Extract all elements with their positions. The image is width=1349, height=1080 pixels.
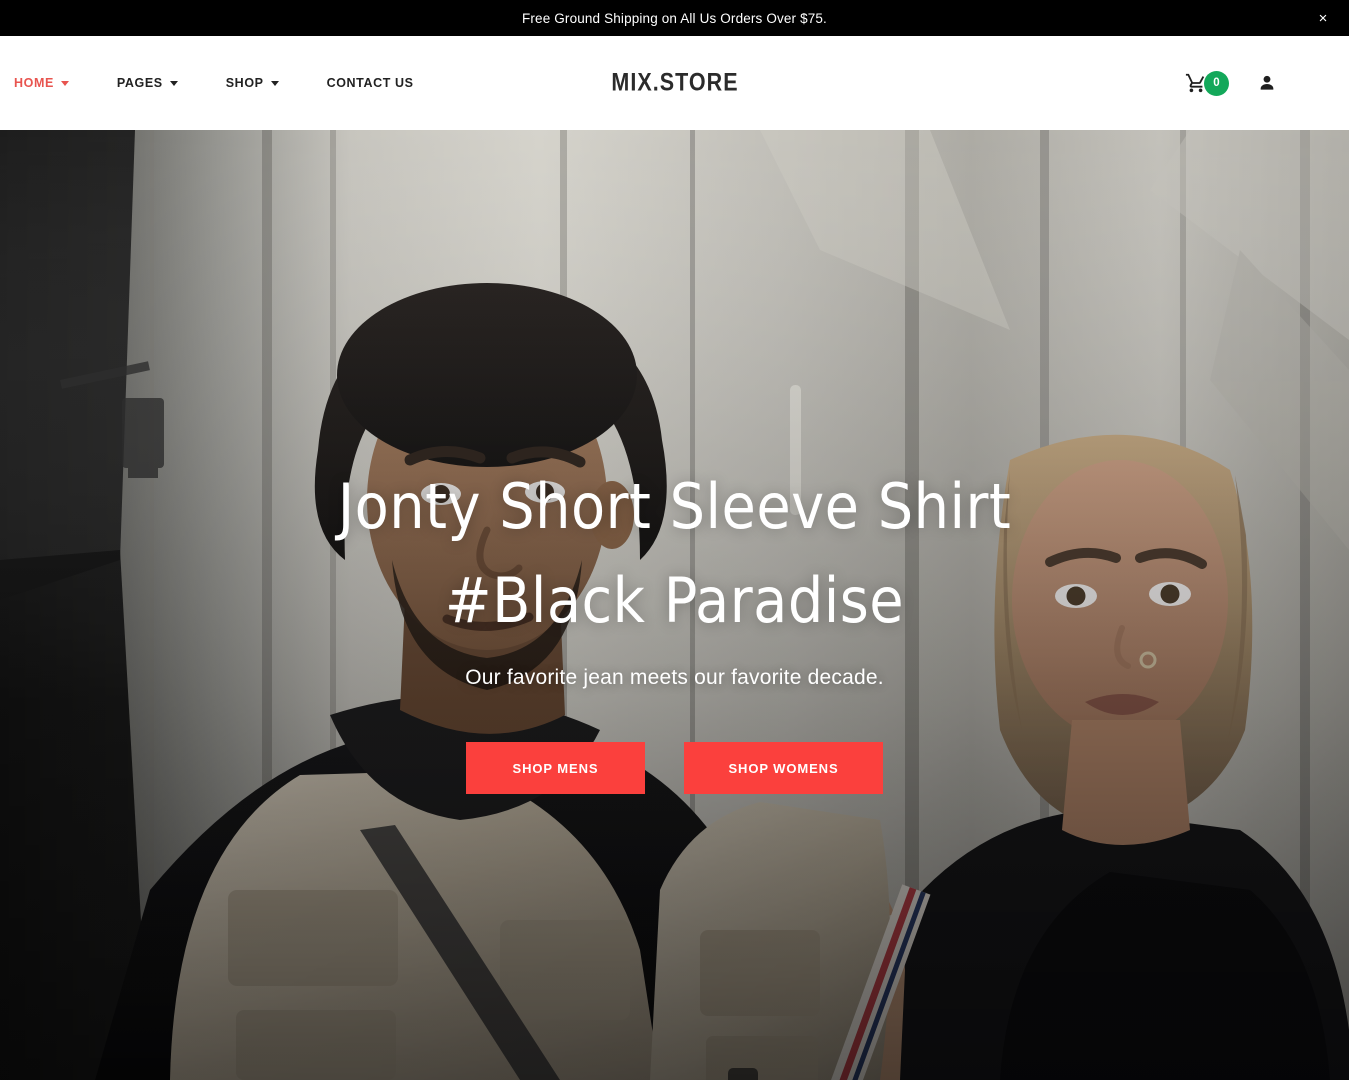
hero-cta-group: SHOP MENS SHOP WOMENS: [466, 742, 883, 794]
hero-title-line-2: #Black Paradise: [444, 564, 905, 637]
hero-content: Jonty Short Sleeve Shirt #Black Paradise…: [0, 460, 1349, 794]
nav-actions: 0: [1185, 70, 1331, 96]
chevron-down-icon: [270, 80, 279, 86]
cart-button[interactable]: 0: [1185, 70, 1229, 96]
nav-item-contact-us-label: CONTACT US: [326, 76, 414, 90]
hero-title-line-1: Jonty Short Sleeve Shirt: [337, 470, 1012, 543]
nav-links: HOME PAGES SHOP CONTACT US: [14, 76, 434, 90]
nav-item-contact-us[interactable]: CONTACT US: [327, 76, 434, 90]
site-logo[interactable]: MIX.STORE: [611, 69, 738, 98]
announcement-bar: Free Ground Shipping on All Us Orders Ov…: [0, 0, 1349, 36]
nav-item-pages[interactable]: PAGES: [117, 76, 198, 90]
announcement-text: Free Ground Shipping on All Us Orders Ov…: [522, 10, 827, 26]
main-navbar: HOME PAGES SHOP CONTACT US MIX.STORE 0: [0, 36, 1349, 130]
shop-mens-button[interactable]: SHOP MENS: [466, 742, 645, 794]
close-icon[interactable]: ×: [1311, 6, 1335, 30]
chevron-down-icon: [60, 80, 69, 86]
nav-item-shop-label: SHOP: [225, 76, 264, 90]
nav-item-home-label: HOME: [14, 76, 54, 90]
hero-subtitle: Our favorite jean meets our favorite dec…: [465, 666, 884, 689]
page-root: Free Ground Shipping on All Us Orders Ov…: [0, 0, 1349, 1080]
hero-banner: Jonty Short Sleeve Shirt #Black Paradise…: [0, 130, 1349, 1080]
chevron-down-icon: [169, 80, 178, 86]
nav-item-shop[interactable]: SHOP: [226, 76, 299, 90]
user-account-icon: [1257, 73, 1277, 93]
shop-womens-button[interactable]: SHOP WOMENS: [684, 742, 883, 794]
hero-title: Jonty Short Sleeve Shirt #Black Paradise: [338, 460, 1012, 648]
nav-item-home[interactable]: HOME: [14, 76, 89, 90]
cart-count-badge: 0: [1204, 70, 1229, 96]
nav-item-pages-label: PAGES: [116, 76, 163, 90]
account-button[interactable]: [1257, 73, 1277, 93]
